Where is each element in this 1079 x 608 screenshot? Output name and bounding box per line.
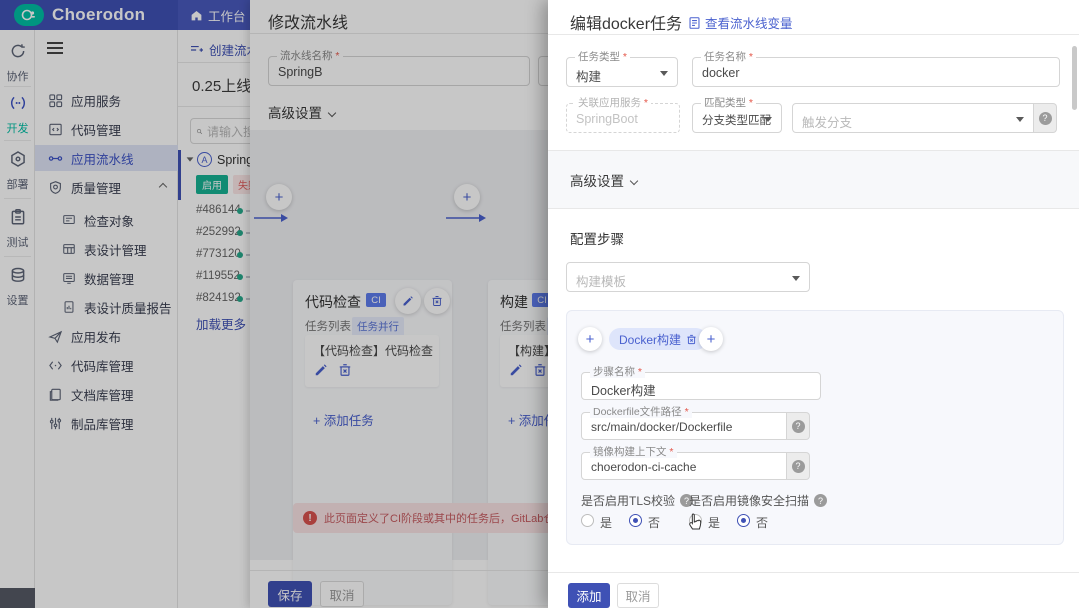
edit-docker-task-drawer: 编辑docker任务 查看流水线变量 任务类型 * 构建 任务名称 * dock… [548,0,1079,608]
caret-down-icon [764,117,772,122]
add-button[interactable]: 添加 [568,583,610,608]
tls-yes-radio[interactable] [581,514,594,527]
tls-question-label: 是否启用TLS校验? [581,492,694,509]
drawer-title: 编辑docker任务 [570,16,683,33]
caret-down-icon [1016,117,1024,122]
trash-icon[interactable] [686,334,697,345]
help-icon[interactable]: ? [814,494,828,507]
help-icon[interactable]: ? [787,452,810,480]
mouse-cursor [689,513,702,530]
step-config-card: + Docker构建 + 步骤名称 * Docker构建 Dockerfile文… [566,310,1064,545]
tls-no-radio[interactable] [629,514,642,527]
docker-build-step-chip[interactable]: Docker构建 [609,328,708,350]
configure-steps-title: 配置步骤 [570,232,624,247]
drawer-advanced-toggle[interactable]: 高级设置 [570,170,639,190]
build-template-select[interactable]: 构建模板 [566,262,810,292]
build-context-field[interactable]: 镜像构建上下文 * choerodon-ci-cache [581,446,787,480]
match-type-select[interactable]: 匹配类型 * 分支类型匹配 [692,97,782,133]
step-name-field[interactable]: 步骤名称 * Docker构建 [581,366,821,400]
task-name-field[interactable]: 任务名称 * docker [692,51,1060,87]
help-icon[interactable]: ? [787,412,810,440]
add-step-button[interactable]: + [578,327,602,351]
caret-down-icon [792,276,800,281]
dockerfile-path-field[interactable]: Dockerfile文件路径 * src/main/docker/Dockerf… [581,406,787,440]
chevron-down-icon [629,176,639,186]
drawer-cancel-button[interactable]: 取消 [617,583,659,608]
document-icon [689,16,700,29]
drawer-scrollbar[interactable] [1072,46,1077,110]
app-screen: Choerodon 工作台 协作 开发 部署 测试 设置 应用服务 代码管理 应… [0,0,1079,608]
add-step-button[interactable]: + [699,327,723,351]
app-service-field: 关联应用服务 * SpringBoot [566,97,680,133]
help-icon[interactable]: ? [1034,103,1057,133]
scan-question-label: 是否启用镜像安全扫描? [689,492,828,509]
caret-down-icon [660,71,668,76]
view-pipeline-variables-link[interactable]: 查看流水线变量 [688,13,793,32]
trigger-branch-select[interactable]: 触发分支 [792,103,1034,133]
scan-no-radio[interactable] [737,514,750,527]
task-type-select[interactable]: 任务类型 * 构建 [566,51,678,87]
